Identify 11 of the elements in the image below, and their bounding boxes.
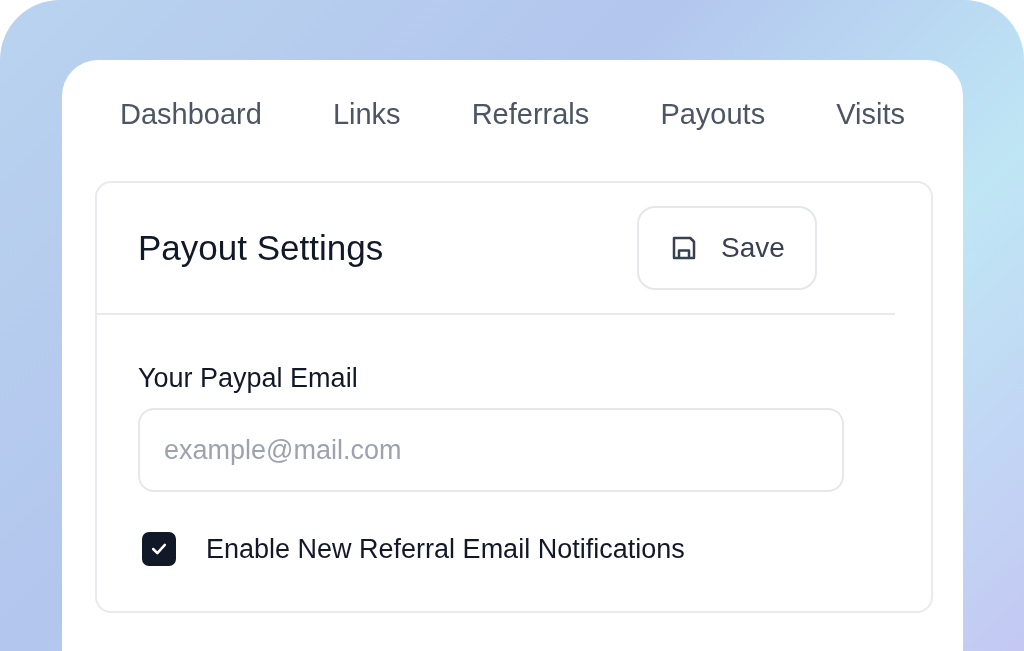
save-button[interactable]: Save <box>637 206 817 290</box>
nav-tab[interactable]: Payouts <box>660 98 766 131</box>
nav-tab[interactable]: Links <box>332 98 401 131</box>
email-input-field[interactable]: example@mail.com <box>138 408 844 492</box>
nav-tab[interactable]: Referrals <box>471 98 590 131</box>
field-label: Your Paypal Email <box>138 363 359 394</box>
checkbox[interactable] <box>142 532 176 566</box>
nav-tab[interactable]: Visits <box>836 98 905 131</box>
nav-tab[interactable]: Dashboard <box>120 98 262 131</box>
checkbox-label: Enable New Referral Email Notifications <box>206 533 685 565</box>
panel-title: Payout Settings <box>138 228 384 268</box>
